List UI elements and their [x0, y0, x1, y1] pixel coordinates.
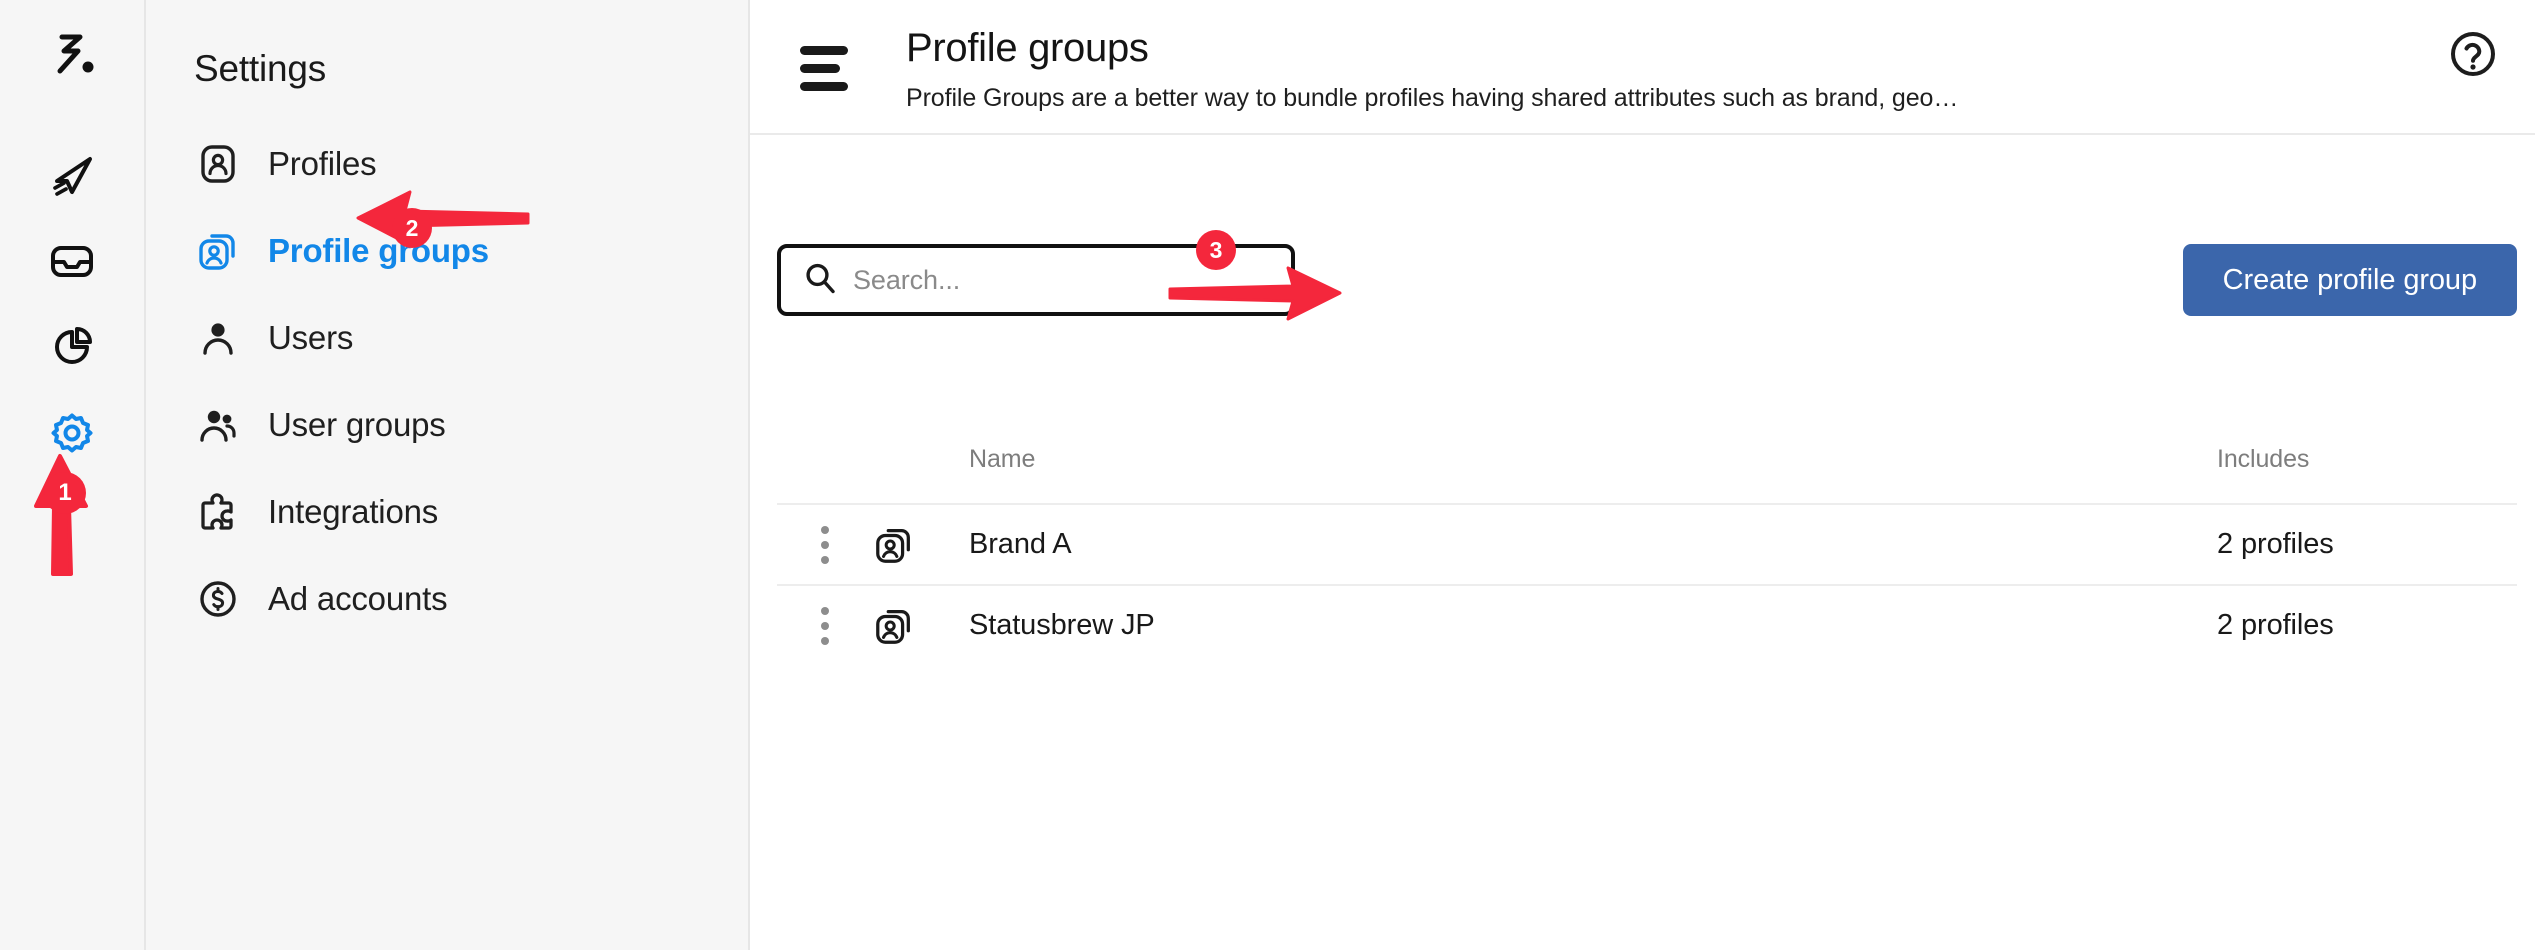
kebab-menu-icon[interactable] — [777, 607, 873, 645]
main-content: Profile groups Profile Groups are a bett… — [750, 0, 2535, 950]
sidebar-item-label: Users — [268, 319, 353, 357]
statusbrew-logo[interactable] — [37, 22, 107, 92]
list-toolbar: Search... Create profile group — [750, 240, 2535, 360]
profile-group-icon — [873, 605, 969, 647]
row-includes: 2 profiles — [2217, 528, 2517, 561]
help-circle-icon[interactable] — [2445, 26, 2501, 82]
annotation-badge-2: 2 — [392, 208, 432, 248]
puzzle-piece-icon — [194, 488, 242, 536]
kebab-dot — [821, 526, 829, 534]
annotation-badge-1: 1 — [44, 472, 86, 514]
row-name: Statusbrew JP — [969, 609, 2217, 642]
row-includes: 2 profiles — [2217, 609, 2517, 642]
search-placeholder: Search... — [853, 265, 960, 296]
kebab-dots — [821, 526, 829, 564]
kebab-dot — [821, 607, 829, 615]
publish-icon — [47, 150, 97, 200]
kebab-dot — [821, 637, 829, 645]
profile-group-icon — [873, 524, 969, 566]
sidebar-item-label: Profile groups — [268, 232, 489, 270]
hamburger-menu-icon[interactable] — [800, 46, 856, 100]
settings-heading: Settings — [146, 0, 748, 90]
hamburger-line — [800, 82, 848, 91]
profile-card-icon — [194, 140, 242, 188]
user-icon — [194, 314, 242, 362]
profile-groups-table: Name Includes — [777, 415, 2517, 665]
row-name: Brand A — [969, 528, 2217, 561]
annotation-badge-3: 3 — [1196, 230, 1236, 270]
kebab-dot — [821, 541, 829, 549]
settings-sidebar: Settings Profiles — [146, 0, 750, 950]
search-icon — [803, 261, 837, 300]
sidebar-item-profiles[interactable]: Profiles — [146, 120, 748, 207]
app-window: Settings Profiles — [0, 0, 2535, 950]
rail-item-inbox[interactable] — [37, 226, 107, 296]
settings-gear-icon — [47, 408, 97, 458]
sidebar-item-profile-groups[interactable]: Profile groups — [146, 207, 748, 294]
page-header-text: Profile groups Profile Groups are a bett… — [906, 26, 1958, 113]
hamburger-line — [800, 64, 840, 73]
settings-nav-list: Profiles Profile groups — [146, 120, 748, 642]
column-header-includes: Includes — [2217, 445, 2517, 474]
sidebar-item-ad-accounts[interactable]: Ad accounts — [146, 555, 748, 642]
rail-item-publish[interactable] — [37, 140, 107, 210]
sidebar-item-label: Integrations — [268, 493, 438, 531]
user-group-icon — [194, 401, 242, 449]
sidebar-item-label: Ad accounts — [268, 580, 447, 618]
kebab-dot — [821, 556, 829, 564]
inbox-icon — [47, 236, 97, 286]
kebab-dot — [821, 622, 829, 630]
hamburger-line — [800, 46, 848, 55]
dollar-circle-icon — [194, 575, 242, 623]
page-header: Profile groups Profile Groups are a bett… — [750, 0, 2535, 135]
page-subtitle: Profile Groups are a better way to bundl… — [906, 84, 1958, 113]
sidebar-item-label: User groups — [268, 406, 446, 444]
sidebar-item-integrations[interactable]: Integrations — [146, 468, 748, 555]
sidebar-item-user-groups[interactable]: User groups — [146, 381, 748, 468]
rail-item-settings[interactable] — [37, 398, 107, 468]
create-profile-group-button[interactable]: Create profile group — [2183, 244, 2517, 316]
page-title: Profile groups — [906, 26, 1958, 71]
kebab-dots — [821, 607, 829, 645]
sidebar-item-users[interactable]: Users — [146, 294, 748, 381]
table-row[interactable]: Statusbrew JP 2 profiles — [777, 584, 2517, 665]
rail-item-reports[interactable] — [37, 312, 107, 382]
column-header-name: Name — [969, 445, 2217, 474]
reports-icon — [47, 322, 97, 372]
table-row[interactable]: Brand A 2 profiles — [777, 503, 2517, 584]
kebab-menu-icon[interactable] — [777, 526, 873, 564]
sidebar-item-label: Profiles — [268, 145, 376, 183]
profile-group-icon — [194, 227, 242, 275]
table-header-row: Name Includes — [777, 415, 2517, 503]
